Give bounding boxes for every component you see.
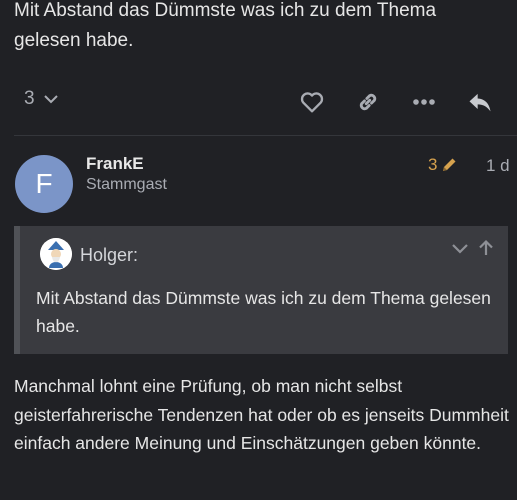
edit-count: 3 bbox=[428, 155, 438, 174]
like-count: 3 bbox=[24, 88, 35, 109]
link-icon[interactable] bbox=[354, 88, 382, 116]
quote-author: Holger: bbox=[80, 245, 139, 265]
previous-post-text: Mit Abstand das Dümmste was ich zu dem T… bbox=[14, 0, 437, 51]
post-age[interactable]: 1 d bbox=[486, 156, 510, 176]
topic-page: Mit Abstand das Dümmste was ich zu dem T… bbox=[0, 0, 517, 500]
quote-controls bbox=[450, 238, 496, 258]
post-body: Manchmal lohnt eine Prüfung, ob man nich… bbox=[14, 376, 509, 453]
reply-icon[interactable] bbox=[466, 88, 494, 116]
avatar[interactable]: F bbox=[15, 155, 73, 213]
heart-icon[interactable] bbox=[298, 88, 326, 116]
username[interactable]: FrankE bbox=[86, 154, 144, 174]
post-actions: 3 bbox=[0, 80, 517, 124]
arrow-up-icon[interactable] bbox=[476, 238, 496, 258]
pencil-icon bbox=[440, 156, 458, 174]
chevron-down-icon bbox=[43, 91, 59, 107]
edit-history-button[interactable]: 3 bbox=[428, 155, 458, 175]
post-divider bbox=[14, 135, 517, 136]
quote-block: Holger: Mit Abstand das Dümmste was ich … bbox=[14, 226, 508, 354]
user-title: Stammgast bbox=[86, 176, 167, 193]
chevron-down-icon[interactable] bbox=[450, 238, 470, 258]
quote-text: Mit Abstand das Dümmste was ich zu dem T… bbox=[36, 288, 491, 336]
avatar-letter: F bbox=[35, 168, 53, 199]
quote-avatar[interactable] bbox=[40, 238, 72, 270]
more-icon[interactable] bbox=[410, 88, 438, 116]
like-count-button[interactable]: 3 bbox=[24, 88, 59, 110]
